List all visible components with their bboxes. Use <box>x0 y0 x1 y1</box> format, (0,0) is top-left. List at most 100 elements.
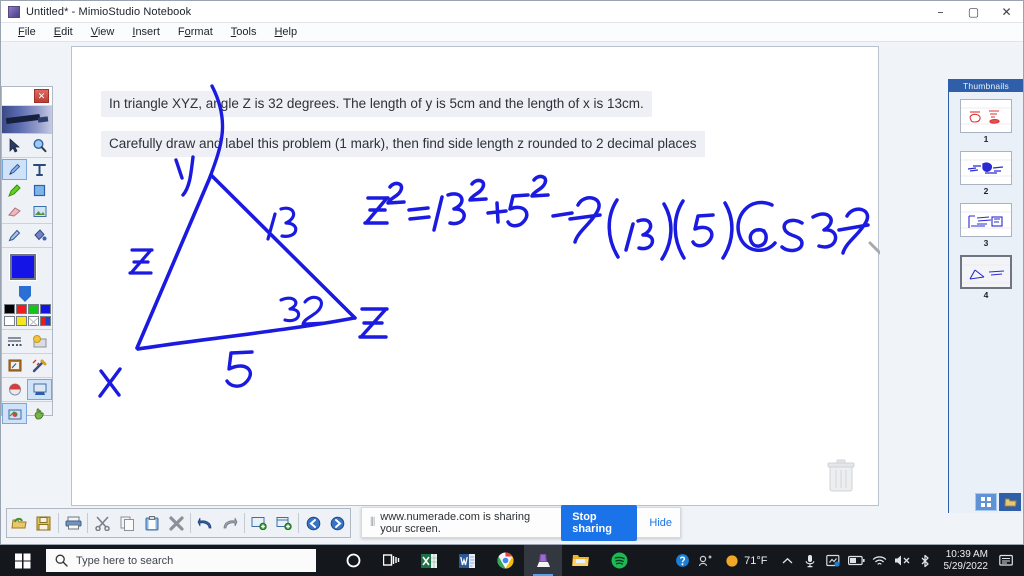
fill-indicator-tip <box>19 296 31 302</box>
battery-icon[interactable] <box>845 545 868 576</box>
maximize-button[interactable]: ▢ <box>957 1 990 22</box>
thumbnail-page-2[interactable]: 2 <box>960 151 1012 196</box>
clock[interactable]: 10:39 AM 5/29/2022 <box>937 549 996 573</box>
zoom-tool[interactable] <box>27 135 52 156</box>
file-explorer-icon[interactable] <box>562 545 600 576</box>
save-button[interactable] <box>31 510 55 536</box>
menu-view[interactable]: View <box>82 24 124 40</box>
text-tool[interactable] <box>27 159 52 180</box>
marker-tool[interactable] <box>2 225 27 246</box>
swatch-transparent[interactable] <box>27 316 39 327</box>
open-button[interactable] <box>7 510 31 536</box>
image-icon <box>33 206 46 217</box>
system-tray: 71°F 10:39 AM 5/29/2022 <box>671 545 1024 576</box>
pen-tool[interactable] <box>2 159 27 180</box>
duplicate-page-icon <box>276 517 292 530</box>
image-tool[interactable] <box>27 201 52 222</box>
cut-button[interactable] <box>90 510 114 536</box>
cortana-icon[interactable] <box>334 545 372 576</box>
tool-section-presentation <box>2 378 52 402</box>
copy-button[interactable] <box>115 510 139 536</box>
previous-page-button[interactable] <box>301 510 325 536</box>
redo-button[interactable] <box>218 510 242 536</box>
eraser-tool[interactable] <box>2 201 27 222</box>
swatch-yellow[interactable] <box>15 316 27 326</box>
tray-expand-chevron-icon[interactable] <box>776 545 799 576</box>
excel-glyph-icon <box>421 553 437 568</box>
new-page-button[interactable] <box>247 510 271 536</box>
chrome-icon[interactable] <box>486 545 524 576</box>
thumbnail-page-3[interactable]: 3 <box>960 203 1012 248</box>
undo-button[interactable] <box>193 510 217 536</box>
volume-mute-icon[interactable] <box>891 545 914 576</box>
search-input[interactable]: Type here to search <box>46 549 316 572</box>
folder-view-button[interactable] <box>999 493 1021 511</box>
thumbnail-ink-2 <box>961 159 1011 177</box>
notebook-canvas[interactable]: In triangle XYZ, angle Z is 32 degrees. … <box>71 46 880 506</box>
duplicate-page-button[interactable] <box>272 510 296 536</box>
hide-button[interactable]: Hide <box>649 517 672 529</box>
current-color-wrap <box>2 252 52 286</box>
bluetooth-glyph-icon <box>921 554 929 567</box>
menu-edit[interactable]: Edit <box>45 24 82 40</box>
people-icon[interactable] <box>694 545 717 576</box>
swatch-black[interactable] <box>3 304 15 314</box>
microphone-icon <box>805 554 815 567</box>
flash-tool[interactable] <box>27 331 52 352</box>
current-color-swatch[interactable] <box>9 253 37 281</box>
mimiostudio-window: Untitled* - MimioStudio Notebook – ▢ ✕ F… <box>0 0 1024 545</box>
mimiostudio-icon[interactable] <box>524 545 562 576</box>
task-view-icon[interactable] <box>372 545 410 576</box>
paste-button[interactable] <box>139 510 163 536</box>
onedrive-icon[interactable] <box>822 545 845 576</box>
drag-grip-icon[interactable]: ⦀ <box>370 515 375 530</box>
swatch-white[interactable] <box>3 316 15 326</box>
menu-tools[interactable]: Tools <box>222 24 266 40</box>
help-circle-icon[interactable] <box>671 545 694 576</box>
thumbnail-page-1[interactable]: 1 <box>960 99 1012 144</box>
mic-icon[interactable] <box>799 545 822 576</box>
menu-file[interactable]: File <box>9 24 45 40</box>
spotlight-tool[interactable] <box>27 355 52 376</box>
scissors-icon <box>95 515 110 531</box>
thumbnail-page-4[interactable]: 4 <box>960 255 1012 300</box>
spotify-icon[interactable] <box>600 545 638 576</box>
select-tool[interactable] <box>2 135 27 156</box>
swatch-blue[interactable] <box>39 304 51 314</box>
close-button[interactable]: ✕ <box>990 1 1023 22</box>
delete-x-icon <box>168 515 184 531</box>
menu-format[interactable]: Format <box>169 24 222 40</box>
record-tool[interactable] <box>27 379 52 400</box>
search-icon <box>55 554 68 567</box>
word-icon[interactable] <box>448 545 486 576</box>
swatch-green[interactable] <box>27 304 39 314</box>
capture-tool[interactable] <box>2 403 27 424</box>
gallery-tool[interactable] <box>2 331 27 352</box>
tool-panel-close-icon[interactable]: ✕ <box>34 89 49 103</box>
screen-annotation-tool[interactable] <box>2 355 27 376</box>
wifi-icon[interactable] <box>868 545 891 576</box>
thumbnail-number-3: 3 <box>983 238 989 248</box>
notification-icon[interactable] <box>995 545 1018 576</box>
delete-button[interactable] <box>164 510 188 536</box>
shape-tool[interactable] <box>27 180 52 201</box>
start-button[interactable] <box>0 545 46 576</box>
fill-tool[interactable] <box>27 225 52 246</box>
gesture-tool[interactable] <box>27 403 52 424</box>
next-page-button[interactable] <box>326 510 350 536</box>
stop-sharing-button[interactable]: Stop sharing <box>561 504 638 541</box>
weather-widget[interactable]: 71°F <box>717 554 775 568</box>
minimize-button[interactable]: – <box>924 1 957 22</box>
grid-view-button[interactable] <box>975 493 997 511</box>
thumbnail-ink-1 <box>961 107 1011 125</box>
excel-icon[interactable] <box>410 545 448 576</box>
print-button[interactable] <box>61 510 85 536</box>
reveal-tool[interactable] <box>2 379 27 400</box>
menu-help[interactable]: Help <box>265 24 306 40</box>
trash-icon[interactable] <box>826 459 856 493</box>
bluetooth-icon[interactable] <box>914 545 937 576</box>
menu-insert[interactable]: Insert <box>123 24 169 40</box>
highlighter-tool[interactable] <box>2 180 27 201</box>
swatch-red[interactable] <box>15 304 27 314</box>
swatch-more-colors[interactable] <box>39 316 51 326</box>
